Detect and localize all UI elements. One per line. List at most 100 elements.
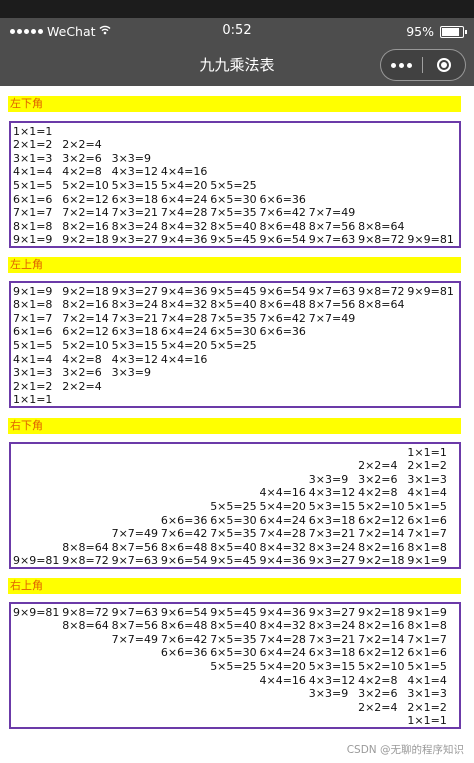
battery-fill [442, 27, 459, 36]
table-cell: 8×3=24 [308, 540, 356, 554]
table-cell: 5×4=20 [160, 338, 208, 352]
table-cell: 9×4=36 [160, 284, 208, 298]
table-cell: 9×3=27 [111, 284, 159, 298]
table-cell: 7×4=28 [160, 206, 208, 220]
table-cell: 8×7=56 [308, 219, 356, 233]
table-cell: 8×2=16 [62, 219, 109, 233]
table-cell: 6×1=6 [13, 192, 53, 206]
table-cell: 7×3=21 [111, 311, 159, 325]
table-cell: 9×4=36 [160, 233, 208, 247]
table-cell: 7×6=42 [160, 527, 208, 541]
table-cell: 9×8=72 [358, 284, 405, 298]
table-cell: 7×7=49 [308, 206, 356, 220]
table-cell: 5×1=5 [407, 659, 447, 673]
table-cell: 3×1=3 [407, 687, 447, 701]
table-cell: 8×4=32 [160, 298, 208, 312]
table-cell: 3×2=6 [62, 366, 102, 380]
table-cell: 6×4=24 [160, 192, 208, 206]
table-cell: 7×5=35 [210, 632, 257, 646]
table-cell: 9×6=54 [160, 554, 208, 568]
status-time: 0:52 [222, 23, 252, 38]
table-cell: 9×7=63 [111, 605, 159, 619]
table-cell: 9×1=9 [407, 605, 447, 619]
table-cell: 4×4=16 [160, 165, 208, 179]
table-cell: 9×5=45 [210, 554, 257, 568]
section-label-bottom-left: 左下角 [8, 96, 461, 112]
table-cell: 9×3=27 [308, 554, 356, 568]
table-cell: 7×4=28 [259, 632, 306, 646]
capsule-menu [380, 49, 466, 81]
table-cell: 7×6=42 [259, 311, 306, 325]
table-cell: 4×2=8 [358, 673, 398, 687]
table-cell: 4×1=4 [13, 352, 53, 366]
table-cell: 2×1=2 [407, 700, 447, 714]
table-cell: 7×5=35 [210, 206, 257, 220]
table-cell: 5×2=10 [358, 499, 405, 513]
table-cell: 7×2=14 [358, 632, 405, 646]
table-cell: 9×2=18 [62, 233, 109, 247]
top-strip [0, 0, 474, 18]
table-cell: 9×2=18 [358, 554, 405, 568]
table-bottom-left: 1×1=1 2×1=2 2×2=4 3×1=3 3×2=6 3×3=9 4×1=4 4×2=8… [9, 121, 461, 248]
table-cell: 2×2=4 [62, 379, 102, 393]
table-cell: 6×1=6 [13, 325, 53, 339]
table-cell: 3×3=9 [111, 151, 152, 165]
table-cell: 9×5=45 [210, 284, 257, 298]
table-cell: 9×6=54 [259, 233, 306, 247]
table-cell: 2×2=4 [62, 138, 102, 152]
table-cell: 5×4=20 [259, 659, 306, 673]
table-cell: 8×8=64 [62, 619, 109, 633]
table-cell: 6×2=12 [62, 192, 109, 206]
table-cell: 6×6=36 [259, 192, 306, 206]
csdn-watermark: CSDN @无聊的程序知识 [346, 744, 464, 756]
table-cell: 6×4=24 [259, 646, 306, 660]
table-cell: 7×2=14 [62, 311, 109, 325]
table-cell: 8×5=40 [210, 219, 257, 233]
table-cell: 5×5=25 [210, 338, 257, 352]
table-cell: 7×4=28 [160, 311, 208, 325]
table-cell: 8×5=40 [210, 540, 257, 554]
table-cell: 3×2=6 [358, 472, 398, 486]
table-cell: 5×5=25 [210, 659, 257, 673]
table-cell: 9×7=63 [308, 284, 356, 298]
table-cell: 5×3=15 [111, 178, 159, 192]
table-cell: 7×1=7 [407, 632, 447, 646]
table-cell: 8×4=32 [259, 619, 306, 633]
table-cell: 9×7=63 [111, 554, 159, 568]
table-cell: 6×3=18 [308, 513, 356, 527]
table-cell: 4×4=16 [259, 673, 306, 687]
table-cell: 6×1=6 [407, 513, 447, 527]
table-cell: 5×1=5 [13, 338, 53, 352]
table-cell: 9×7=63 [308, 233, 356, 247]
table-cell: 8×7=56 [308, 298, 356, 312]
table-cell: 5×4=20 [259, 499, 306, 513]
table-cell: 8×6=48 [160, 619, 208, 633]
table-cell: 6×5=30 [210, 192, 257, 206]
close-mini-program-icon[interactable] [423, 58, 464, 72]
table-cell: 6×5=30 [210, 325, 257, 339]
table-cell: 6×6=36 [160, 513, 208, 527]
table-cell: 7×1=7 [407, 527, 447, 541]
table-cell: 4×2=8 [62, 165, 102, 179]
table-cell: 8×8=64 [62, 540, 109, 554]
table-cell: 4×4=16 [160, 352, 208, 366]
more-icon[interactable] [381, 62, 422, 68]
table-cell: 5×1=5 [13, 178, 53, 192]
table-cell: 7×3=21 [308, 632, 356, 646]
table-cell: 7×7=49 [111, 527, 159, 541]
table-cell: 7×3=21 [308, 527, 356, 541]
table-cell: 9×1=9 [13, 284, 53, 298]
table-cell: 9×9=81 [13, 605, 60, 619]
table-cell: 8×5=40 [210, 619, 257, 633]
table-cell: 3×3=9 [308, 472, 349, 486]
table-cell: 6×2=12 [62, 325, 109, 339]
table-cell: 9×2=18 [62, 284, 109, 298]
table-cell: 3×1=3 [13, 151, 53, 165]
table-cell: 9×4=36 [259, 554, 306, 568]
table-cell: 5×2=10 [62, 178, 109, 192]
table-cell: 8×1=8 [13, 298, 53, 312]
table-bottom-right: 1×1=1 2×2=4 2×1=2 3×3=9 3×2=6 3×1=3 4×4=16 4×3=… [9, 442, 461, 569]
table-cell: 1×1=1 [407, 714, 447, 728]
table-cell: 8×7=56 [111, 619, 159, 633]
table-cell: 6×4=24 [259, 513, 306, 527]
